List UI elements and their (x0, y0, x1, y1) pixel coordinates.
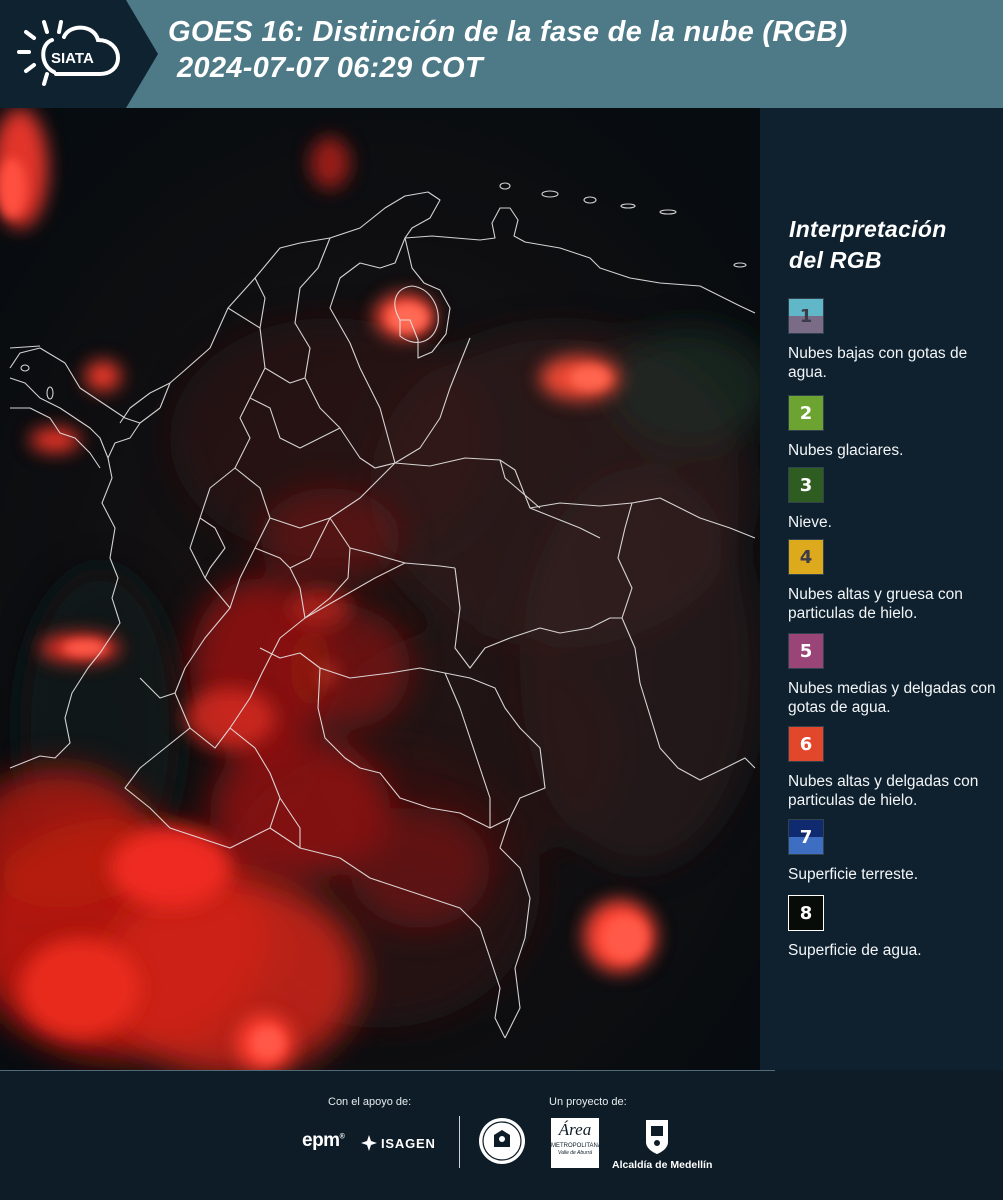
legend-title-line-1: Interpretación (789, 216, 947, 242)
legend-item-8: 8 Superficie de agua. (788, 895, 1003, 960)
legend-label-2: Nubes glaciares. (788, 442, 904, 459)
legend-swatch-5: 5 (788, 633, 824, 669)
siata-logo-text: SIATA (51, 50, 94, 67)
alcaldia-logo-text: Alcaldía de Medellín (612, 1159, 713, 1171)
epm-registered-mark: ® (339, 1133, 345, 1141)
epm-logo-text: epm (302, 1130, 340, 1151)
legend-label-5: Nubes medias y delgadas con gotas de agu… (788, 680, 996, 716)
page-title: GOES 16: Distinción de la fase de la nub… (168, 14, 848, 86)
legend-label-8: Superficie de agua. (788, 942, 922, 959)
legend-panel: Interpretación del RGB 1 Nubes bajas con… (760, 108, 1003, 1070)
footer: Con el apoyo de: Un proyecto de: epm® IS… (0, 1070, 1003, 1200)
legend-swatch-2: 2 (788, 395, 824, 431)
area-logo-text: Área (558, 1120, 592, 1139)
legend-number-1: 1 (799, 305, 813, 327)
alcaldia-shield-icon (646, 1120, 668, 1154)
legend-swatch-7: 7 (788, 819, 824, 855)
legend-item-4: 4 Nubes altas y gruesa con particulas de… (788, 539, 1003, 623)
satellite-map-canvas (0, 108, 760, 1070)
isagen-mark-icon (361, 1135, 377, 1151)
legend-label-6: Nubes altas y delgadas con particulas de… (788, 773, 979, 809)
footer-separator (459, 1116, 460, 1168)
legend-number-2: 2 (799, 402, 813, 424)
legend-label-4: Nubes altas y gruesa con particulas de h… (788, 586, 963, 622)
legend-swatch-4: 4 (788, 539, 824, 575)
seal-logo (479, 1118, 525, 1164)
legend-item-2: 2 Nubes glaciares. (788, 395, 1003, 460)
epm-logo: epm® (302, 1130, 345, 1152)
siata-logo: SIATA (17, 20, 121, 86)
legend-item-6: 6 Nubes altas y delgadas con particulas … (788, 726, 1003, 810)
legend-number-4: 4 (799, 546, 813, 568)
legend-number-8: 8 (799, 902, 813, 924)
header: SIATA GOES 16: Distinción de la fase de … (0, 0, 1003, 108)
legend-item-5: 5 Nubes medias y delgadas con gotas de a… (788, 633, 1003, 717)
support-label: Con el apoyo de: (328, 1096, 412, 1108)
legend-label-3: Nieve. (788, 514, 832, 531)
logo-panel: SIATA (0, 0, 158, 108)
title-line-1: GOES 16: Distinción de la fase de la nub… (168, 16, 848, 48)
legend-title: Interpretación del RGB (789, 214, 947, 276)
legend-title-line-2: del RGB (789, 247, 882, 273)
area-logo-subtitle: METROPOLITANA (551, 1143, 602, 1149)
legend-swatch-3: 3 (788, 467, 824, 503)
legend-swatch-6: 6 (788, 726, 824, 762)
legend-item-1: 1 Nubes bajas con gotas de agua. (788, 298, 1003, 382)
legend-number-3: 3 (799, 474, 813, 496)
legend-item-7: 7 Superficie terreste. (788, 819, 1003, 884)
footer-divider (0, 1070, 775, 1071)
legend-item-3: 3 Nieve. (788, 467, 1003, 532)
legend-label-1: Nubes bajas con gotas de agua. (788, 345, 968, 381)
legend-label-7: Superficie terreste. (788, 866, 919, 883)
title-line-2: 2024-07-07 06:29 COT (177, 52, 483, 84)
legend-number-6: 6 (799, 733, 813, 755)
legend-swatch-8: 8 (788, 895, 824, 931)
area-logo-subtitle-2: Valle de Aburrá (557, 1150, 593, 1156)
isagen-logo-text: ISAGEN (381, 1135, 436, 1151)
project-label: Un proyecto de: (549, 1096, 627, 1108)
legend-number-5: 5 (799, 640, 813, 662)
isagen-logo: ISAGEN (360, 1134, 436, 1152)
satellite-map[interactable] (0, 108, 760, 1070)
area-metropolitana-logo: Área METROPOLITANA Valle de Aburrá (551, 1118, 602, 1168)
legend-number-7: 7 (799, 826, 813, 848)
legend-swatch-1: 1 (788, 298, 824, 334)
